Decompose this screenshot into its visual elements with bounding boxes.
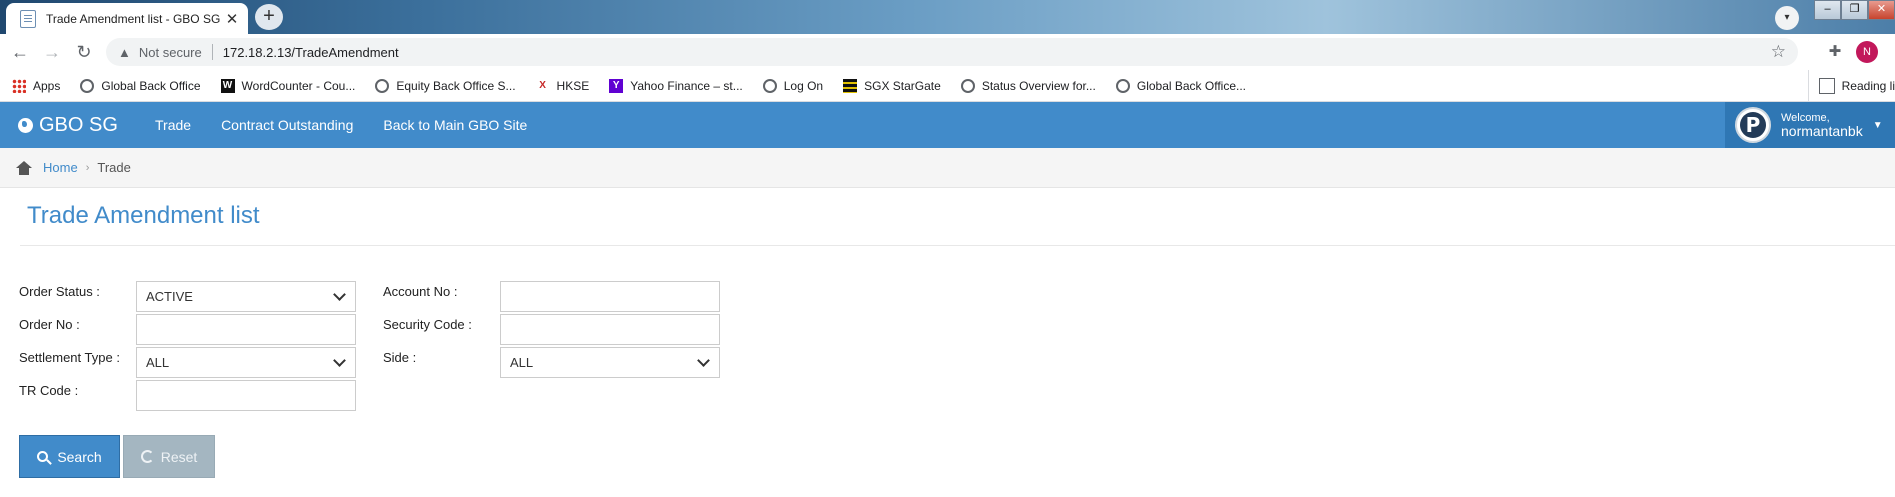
bookmarks-bar: Apps Global Back Office W WordCounter - C… [0,70,1895,102]
bookmark-global-back-office-2[interactable]: Global Back Office... [1115,78,1246,93]
globe-icon [80,78,95,93]
chevron-right-icon: › [85,161,90,174]
brand-link[interactable]: GBO SG [18,102,118,148]
welcome-text: Welcome, [1781,111,1830,124]
forward-arrow-icon[interactable]: → [38,34,66,70]
reading-list-icon [1818,78,1835,94]
bookmark-status-overview[interactable]: Status Overview for... [960,78,1096,93]
new-tab-button[interactable]: + [255,4,283,30]
order-status-select[interactable]: ACTIVE [136,281,356,312]
tr-code-input[interactable] [136,380,356,411]
brand-name: GBO SG [39,113,118,136]
user-avatar: P [1735,107,1771,143]
browser-tab-strip [0,0,1895,34]
maximize-button[interactable]: ❐ [1841,0,1868,20]
nav-contract-outstanding[interactable]: Contract Outstanding [206,117,368,133]
title-divider [20,245,1895,246]
not-secure-label: Not secure [138,44,202,60]
main-nav: Trade Contract Outstanding Back to Main … [140,102,542,148]
security-code-input[interactable] [500,314,720,345]
account-no-label: Account No : [383,284,458,299]
hkse-icon: X [539,79,546,91]
chevron-down-icon [333,288,346,301]
tr-code-label: TR Code : [19,383,79,398]
nav-back-to-main[interactable]: Back to Main GBO Site [368,117,542,133]
window-controls: – ❐ ✕ [1814,0,1895,20]
warning-icon: ▲ [118,44,131,60]
globe-icon [1115,78,1130,93]
extensions-icon[interactable]: ✚ [1822,34,1848,70]
security-code-label: Security Code : [383,317,472,332]
username: normantanbk [1781,122,1863,139]
refresh-icon [140,450,154,463]
bookmark-equity-back-office[interactable]: Equity Back Office S... [375,78,516,93]
side-label: Side : [383,350,417,365]
page-title: Trade Amendment list [27,202,260,229]
tab-title: Trade Amendment list - GBO SG [46,11,221,26]
breadcrumb: Home › Trade [0,148,1895,188]
bookmark-hkse[interactable]: X HKSE [536,79,589,93]
globe-icon [960,78,975,93]
chevron-down-icon [697,354,710,367]
search-button[interactable]: Search [19,435,120,478]
caret-down-icon: ▼ [1872,119,1883,131]
home-icon [16,160,32,175]
breadcrumb-current: Trade [97,160,131,175]
url-text[interactable]: 172.18.2.13/TradeAmendment [223,45,1771,60]
order-no-label: Order No : [19,317,80,332]
apps-icon [12,78,26,93]
bookmark-sgx-stargate[interactable]: SGX StarGate [843,78,941,93]
side-select[interactable]: ALL [500,347,720,378]
back-arrow-icon[interactable]: ← [6,34,34,70]
sgx-icon [843,78,858,93]
breadcrumb-home[interactable]: Home [43,160,78,175]
globe-icon [375,78,390,93]
order-no-input[interactable] [136,314,356,345]
wordcounter-icon: W [220,78,235,93]
globe-icon [762,78,777,93]
reset-button[interactable]: Reset [123,435,215,478]
tab-search-icon[interactable]: ▾ [1775,6,1799,30]
account-no-input[interactable] [500,281,720,312]
page-favicon-icon [20,9,36,28]
bookmark-apps[interactable]: Apps [12,78,60,93]
window-close-button[interactable]: ✕ [1868,0,1895,20]
search-icon [37,451,49,462]
settlement-type-select[interactable]: ALL [136,347,356,378]
reading-list[interactable]: Reading li [1807,70,1895,101]
profile-avatar[interactable]: N [1856,41,1878,63]
bookmark-global-back-office[interactable]: Global Back Office [80,78,201,93]
globe-icon [18,117,33,133]
minimize-button[interactable]: – [1814,0,1841,20]
yahoo-icon: Y [609,78,624,93]
user-menu[interactable]: P Welcome, normantanbk ▼ [1725,102,1895,148]
bookmark-log-on[interactable]: Log On [762,78,823,93]
address-divider [211,44,213,60]
chevron-down-icon [333,354,346,367]
tab-close-icon[interactable]: ✕ [224,10,240,28]
bookmark-yahoo-finance[interactable]: Y Yahoo Finance – st... [609,78,743,93]
settlement-type-label: Settlement Type : [19,350,120,365]
order-status-label: Order Status : [19,284,100,299]
browser-tab[interactable]: Trade Amendment list - GBO SG ✕ [6,3,248,34]
nav-trade[interactable]: Trade [140,117,206,133]
address-bar[interactable]: ▲ Not secure 172.18.2.13/TradeAmendment … [106,38,1798,66]
bookmark-star-icon[interactable]: ☆ [1771,42,1786,62]
bookmark-wordcounter[interactable]: W WordCounter - Cou... [220,78,355,93]
reload-icon[interactable]: ↻ [70,34,98,70]
